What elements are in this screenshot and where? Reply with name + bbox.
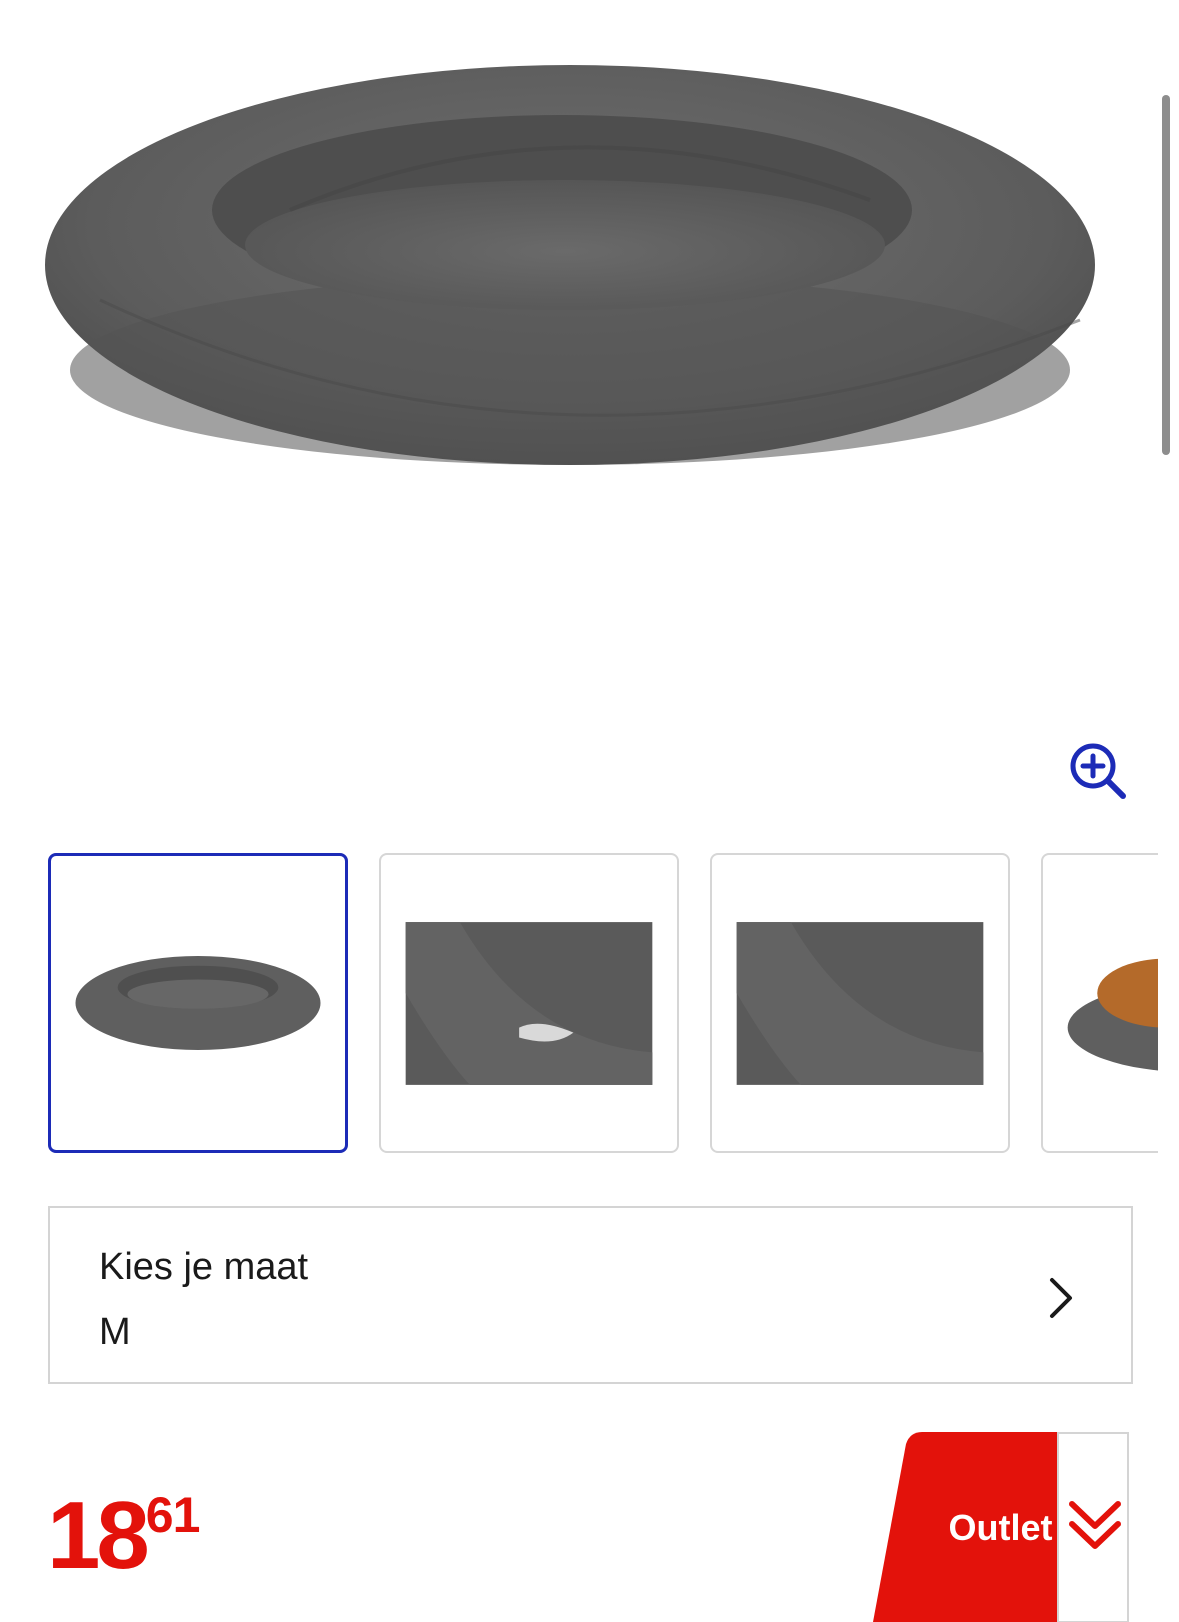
price: 1861 <box>47 1487 201 1584</box>
double-chevron-down-icon <box>1069 1501 1121 1549</box>
scrollbar[interactable] <box>1162 95 1170 455</box>
thumbnail-strip[interactable] <box>48 853 1158 1159</box>
thumbnail-image <box>1067 958 1158 1071</box>
size-selector-label: Kies je maat <box>99 1246 309 1288</box>
thumbnail-4[interactable] <box>1041 853 1158 1153</box>
size-selector-value: M <box>99 1311 131 1353</box>
price-decimal: 61 <box>145 1487 201 1543</box>
dog-bed-image <box>45 65 1095 465</box>
chevron-right-icon <box>1050 1278 1072 1318</box>
thumbnail-3[interactable] <box>710 853 1010 1153</box>
thumbnail-image <box>75 955 321 1051</box>
size-selector[interactable]: Kies je maat M <box>48 1206 1133 1384</box>
outlet-badge[interactable]: Outlet <box>858 1432 1130 1622</box>
price-integer: 18 <box>47 1482 150 1589</box>
main-product-image[interactable] <box>30 50 1140 520</box>
outlet-toggle-button[interactable] <box>1058 1432 1130 1622</box>
thumbnail-image <box>736 922 984 1085</box>
thumbnail-2[interactable] <box>379 853 679 1153</box>
zoom-in-icon <box>1070 743 1126 799</box>
zoom-in-button[interactable] <box>1067 740 1129 802</box>
thumbnail-1[interactable] <box>48 853 348 1153</box>
thumbnail-image <box>405 922 653 1085</box>
